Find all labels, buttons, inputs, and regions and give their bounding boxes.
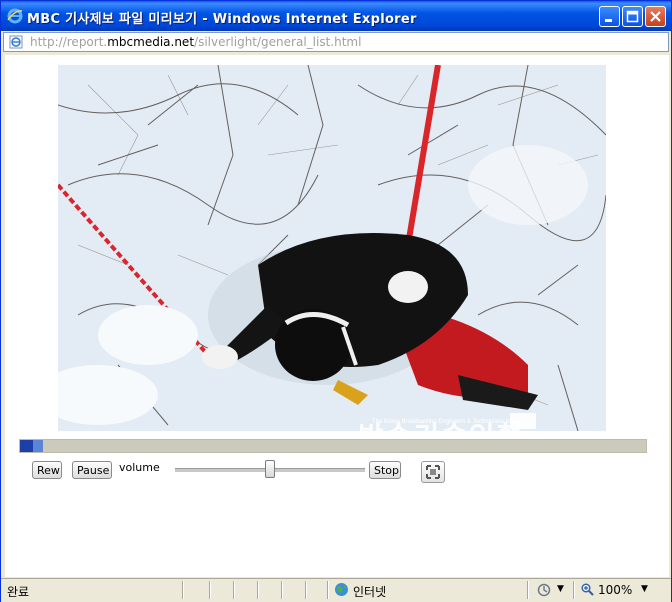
- url-prefix: http://report.: [30, 35, 108, 49]
- close-button[interactable]: [645, 6, 666, 27]
- status-divider: [233, 581, 235, 599]
- globe-icon: [335, 583, 348, 596]
- window-title: MBC 기사제보 파일 미리보기 - Windows Internet Expl…: [27, 12, 417, 27]
- video-image: [58, 65, 606, 431]
- page-content: The Korea Broadcasting Engineers & Techn…: [5, 55, 669, 577]
- volume-slider-thumb[interactable]: [265, 460, 275, 478]
- watermark-text: 방송기술인협: [358, 415, 606, 431]
- status-bar: 완료 인터넷 ▼ 100% ▼: [1, 578, 671, 602]
- zone-label: 인터넷: [353, 585, 387, 599]
- status-divider: [182, 581, 184, 599]
- progress-thumb[interactable]: [33, 440, 43, 452]
- status-divider: [305, 581, 307, 599]
- player-controls: Rew Pause volume Stop: [5, 459, 669, 489]
- fullscreen-icon: [426, 465, 440, 479]
- page-icon: [9, 35, 23, 49]
- zoom-level: 100%: [598, 583, 633, 597]
- status-divider: [257, 581, 259, 599]
- maximize-button[interactable]: [622, 6, 643, 27]
- status-text: 완료: [7, 585, 30, 599]
- fullscreen-button[interactable]: [421, 461, 445, 483]
- url-host: mbcmedia.net: [107, 35, 195, 49]
- protected-mode-icon[interactable]: [537, 583, 551, 597]
- status-divider: [209, 581, 211, 599]
- rew-button[interactable]: Rew: [32, 461, 62, 479]
- status-divider: [573, 581, 575, 599]
- chevron-down-icon[interactable]: ▼: [557, 584, 564, 594]
- video-frame[interactable]: The Korea Broadcasting Engineers & Techn…: [58, 65, 606, 431]
- minimize-button[interactable]: [599, 6, 620, 27]
- title-bar[interactable]: MBC 기사제보 파일 미리보기 - Windows Internet Expl…: [1, 1, 671, 31]
- pause-button[interactable]: Pause: [72, 461, 112, 479]
- ie-logo-icon: [7, 8, 23, 24]
- status-divider: [527, 581, 529, 599]
- progress-bar[interactable]: [19, 439, 647, 453]
- chevron-down-icon[interactable]: ▼: [641, 584, 648, 594]
- status-divider: [281, 581, 283, 599]
- maximize-icon: [626, 10, 639, 23]
- close-icon: [650, 11, 661, 22]
- status-divider: [327, 581, 329, 599]
- address-bar[interactable]: http://report.mbcmedia.net/silverlight/g…: [3, 32, 669, 52]
- minimize-icon: [605, 19, 612, 22]
- zoom-icon: [581, 583, 594, 596]
- stop-button[interactable]: Stop: [369, 461, 401, 479]
- url-path: /silverlight/general_list.html: [194, 35, 362, 49]
- volume-label: volume: [119, 461, 160, 474]
- progress-fill: [20, 440, 33, 452]
- url-text: http://report.mbcmedia.net/silverlight/g…: [30, 35, 361, 49]
- browser-window: MBC 기사제보 파일 미리보기 - Windows Internet Expl…: [0, 0, 672, 602]
